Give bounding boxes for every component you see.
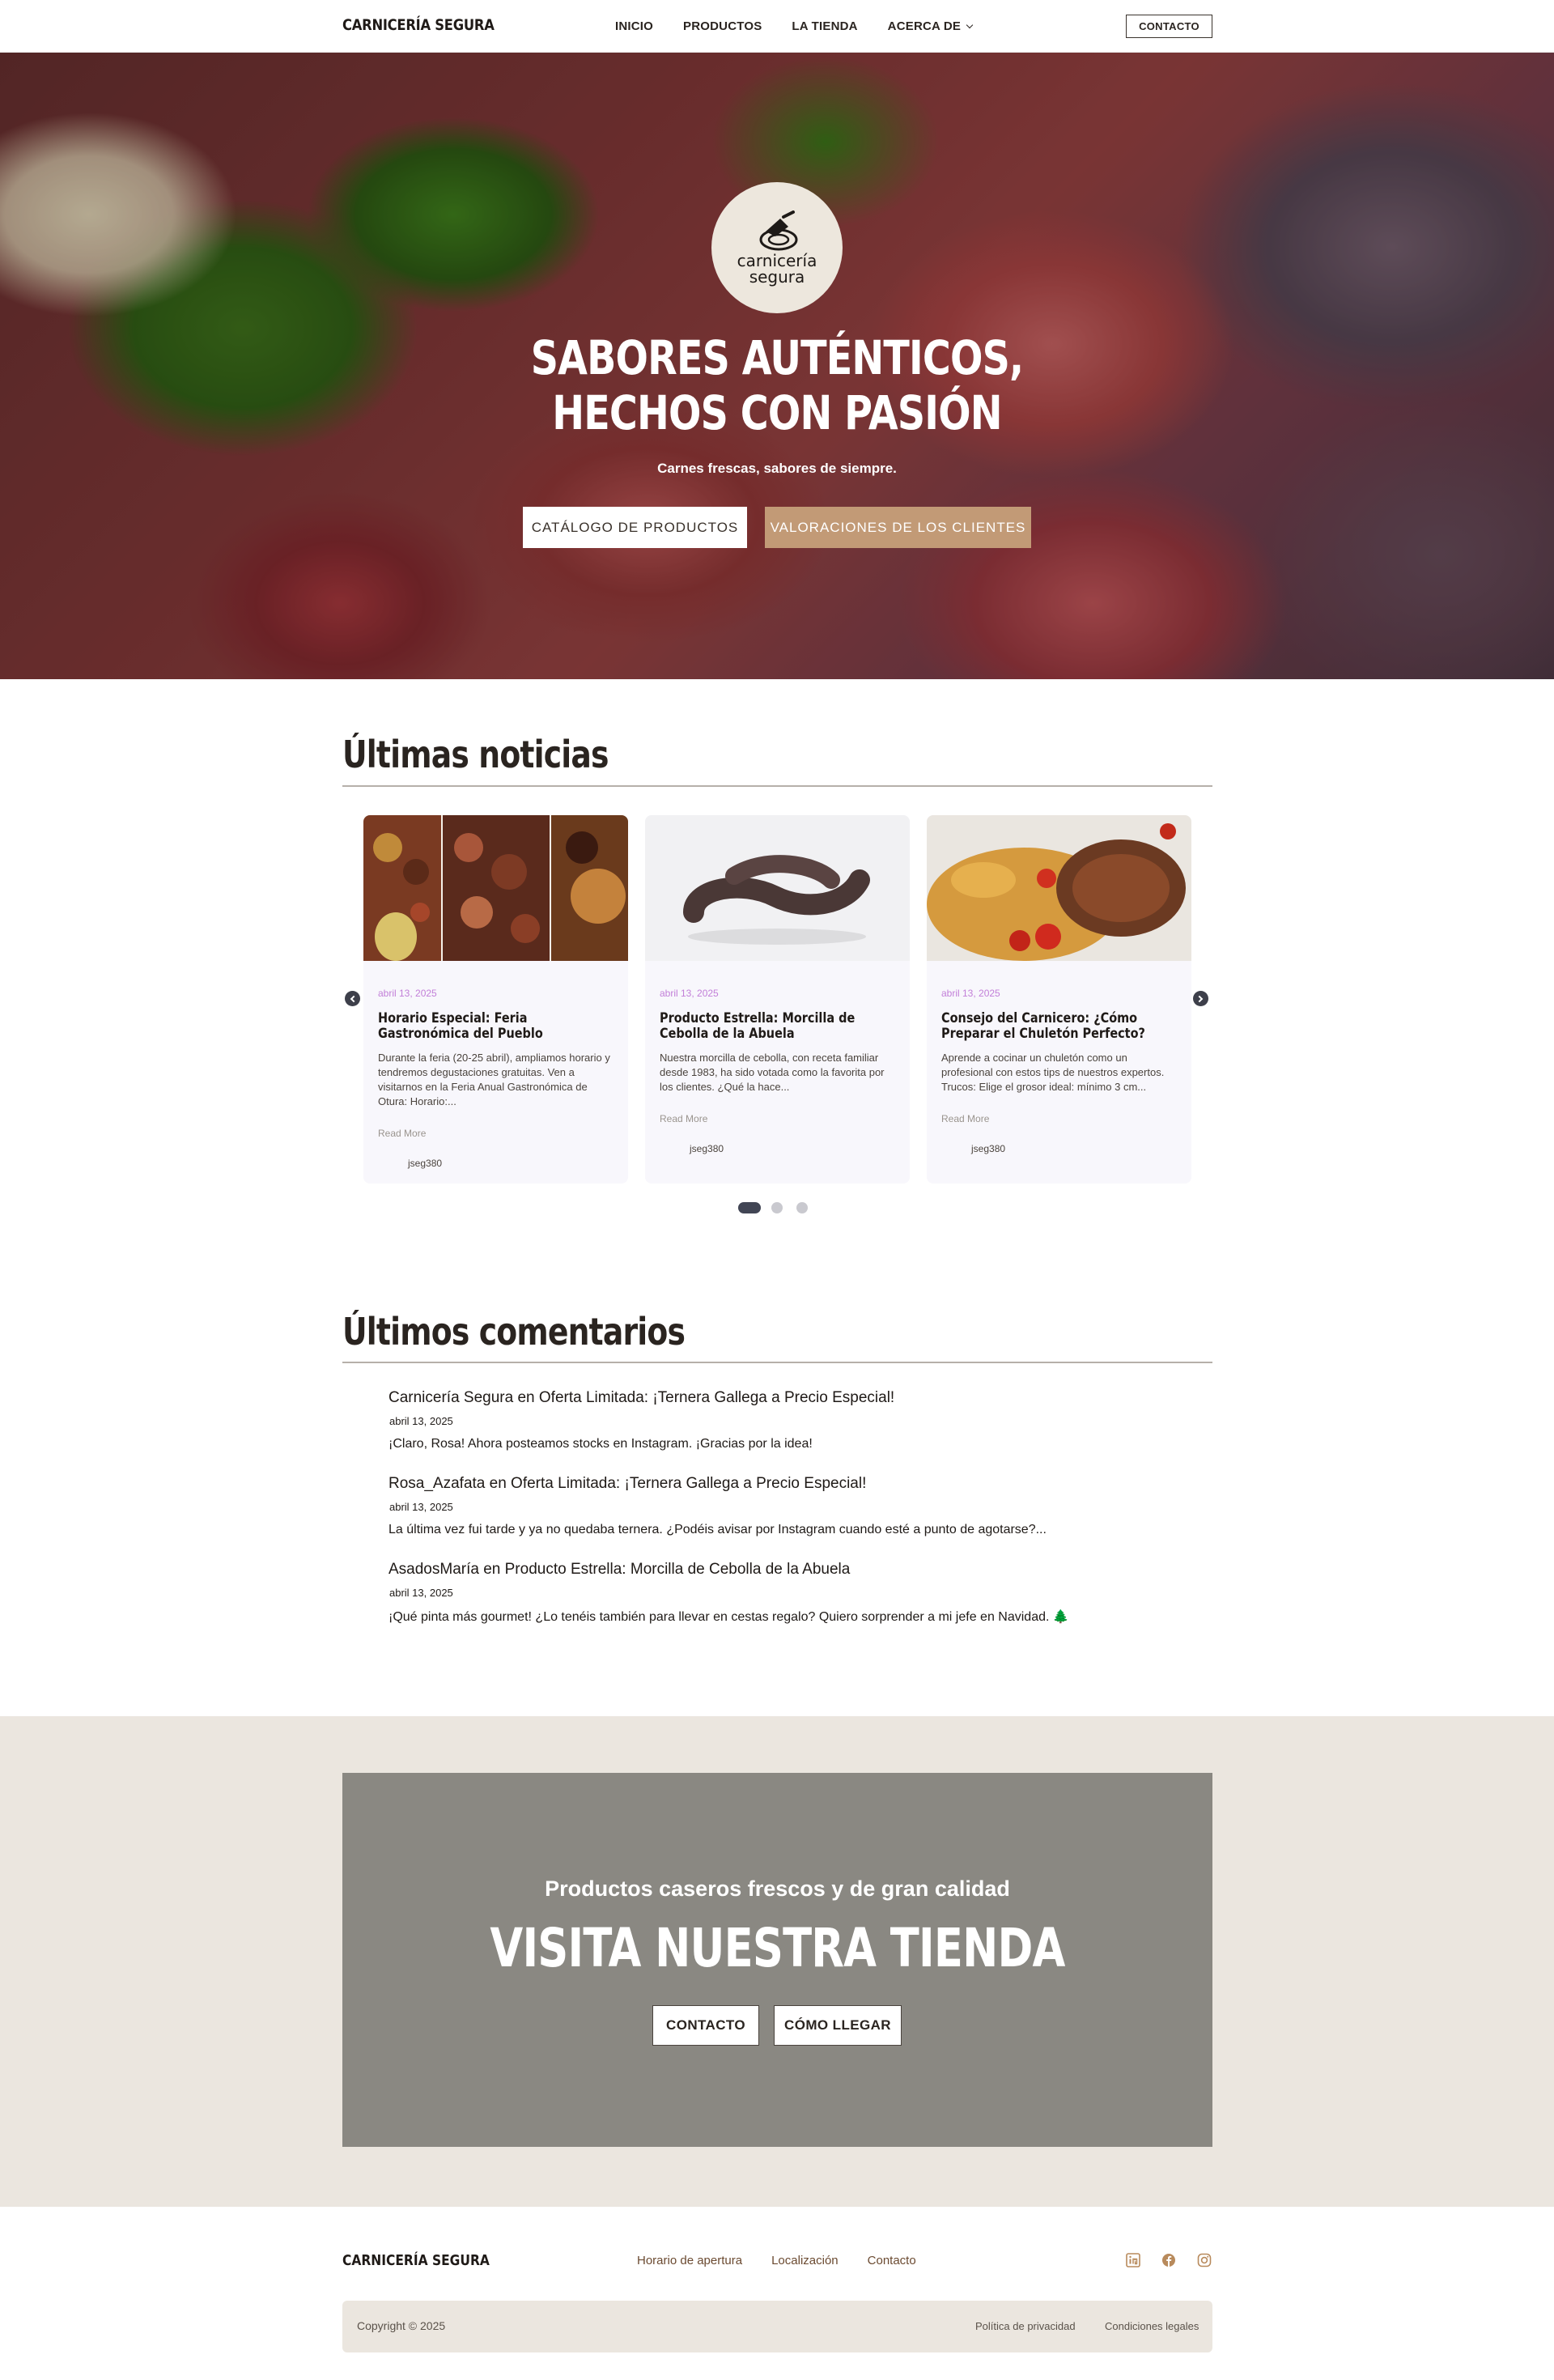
news-author[interactable]: jseg380 — [690, 1143, 724, 1154]
comment-text: La última vez fui tarde y ya no quedaba … — [388, 1523, 1047, 1536]
comment-heading[interactable]: Carnicería Segura en Oferta Limitada: ¡T… — [388, 1389, 894, 1407]
emblem-text-line1: carnicería — [737, 251, 817, 270]
news-image-morcilla — [645, 815, 910, 961]
cta-subtitle: Productos caseros frescos y de gran cali… — [545, 1876, 1010, 1901]
hero-title-line2: HECHOS CON PASIÓN — [552, 385, 1002, 440]
news-section-title: Últimas noticias — [342, 733, 609, 776]
cta-contact-button[interactable]: CONTACTO — [652, 2005, 759, 2046]
read-more-link[interactable]: Read More — [660, 1113, 707, 1124]
footer-link-horario[interactable]: Horario de apertura — [637, 2254, 742, 2267]
comment-text: ¡Qué pinta más gourmet! ¿Lo tenéis tambi… — [388, 1610, 1069, 1624]
news-card[interactable]: abril 13, 2025 Consejo del Carnicero: ¿C… — [927, 815, 1191, 1184]
emblem-text-line2: segura — [749, 267, 805, 287]
news-excerpt: Aprende a cocinar un chuletón como un pr… — [941, 1052, 1165, 1093]
hero-title-line1: SABORES AUTÉNTICOS, — [530, 330, 1024, 385]
comment-heading[interactable]: AsadosMaría en Producto Estrella: Morcil… — [388, 1561, 850, 1579]
chevron-down-icon — [966, 21, 974, 28]
news-excerpt: Nuestra morcilla de cebolla, con receta … — [660, 1052, 885, 1093]
linkedin-icon[interactable] — [1125, 2252, 1141, 2268]
news-date: abril 13, 2025 — [941, 988, 1000, 999]
news-excerpt: Durante la feria (20-25 abril), ampliamo… — [378, 1052, 610, 1107]
news-title[interactable]: Producto Estrella: Morcilla de Cebolla d… — [660, 1011, 894, 1042]
instagram-icon[interactable] — [1196, 2252, 1212, 2268]
news-title[interactable]: Horario Especial: Feria Gastronómica del… — [378, 1011, 612, 1042]
copyright-text: Copyright © 2025 — [357, 2319, 446, 2332]
comment-date: abril 13, 2025 — [389, 1501, 453, 1513]
cleaver-icon — [759, 210, 798, 251]
chevron-right-icon — [1195, 995, 1204, 1002]
nav-acerca-de-label: ACERCA DE — [887, 19, 962, 33]
facebook-icon[interactable] — [1161, 2252, 1177, 2268]
site-header: CARNICERÍA SEGURA INICIO PRODUCTOS LA TI… — [0, 0, 1554, 53]
chevron-left-icon — [350, 995, 358, 1002]
news-image-chuleton — [927, 815, 1191, 961]
news-card[interactable]: abril 13, 2025 Producto Estrella: Morcil… — [645, 815, 910, 1184]
hero-logo-emblem: carnicería segura — [711, 182, 843, 313]
footer-link-contacto[interactable]: Contacto — [868, 2254, 916, 2267]
carousel-next-button[interactable] — [1193, 991, 1208, 1006]
legal-terms-link[interactable]: Condiciones legales — [1105, 2320, 1199, 2332]
comments-title-divider — [342, 1362, 1212, 1363]
nav-la-tienda[interactable]: LA TIENDA — [792, 19, 857, 33]
footer-nav: Horario de apertura Localización Contact… — [637, 2254, 916, 2267]
carousel-prev-button[interactable] — [345, 991, 360, 1006]
main-nav: INICIO PRODUCTOS LA TIENDA ACERCA DE — [615, 19, 974, 33]
comments-section-title: Últimos comentarios — [342, 1310, 686, 1354]
news-author[interactable]: jseg380 — [971, 1143, 1005, 1154]
comment-date: abril 13, 2025 — [389, 1415, 453, 1427]
cta-directions-button[interactable]: CÓMO LLEGAR — [774, 2005, 902, 2046]
carousel-dot[interactable] — [796, 1202, 808, 1213]
news-date: abril 13, 2025 — [660, 988, 719, 999]
news-image-feria — [363, 815, 628, 961]
header-contact-button[interactable]: CONTACTO — [1126, 15, 1212, 38]
hero-title: SABORES AUTÉNTICOS, HECHOS CON PASIÓN — [512, 330, 1042, 440]
nav-inicio[interactable]: INICIO — [615, 19, 653, 33]
read-more-link[interactable]: Read More — [378, 1128, 426, 1139]
news-title-divider — [342, 785, 1212, 787]
read-more-link[interactable]: Read More — [941, 1113, 989, 1124]
reviews-button[interactable]: VALORACIONES DE LOS CLIENTES — [765, 507, 1031, 548]
cta-title: VISITA NUESTRA TIENDA — [490, 1917, 1065, 1979]
news-title[interactable]: Consejo del Carnicero: ¿Cómo Preparar el… — [941, 1011, 1175, 1042]
privacy-policy-link[interactable]: Política de privacidad — [975, 2320, 1076, 2332]
catalog-button[interactable]: CATÁLOGO DE PRODUCTOS — [523, 507, 747, 548]
site-logo[interactable]: CARNICERÍA SEGURA — [342, 16, 495, 34]
news-author[interactable]: jseg380 — [408, 1158, 442, 1169]
footer-logo[interactable]: CARNICERÍA SEGURA — [342, 2252, 490, 2269]
carousel-dot[interactable] — [771, 1202, 783, 1213]
carousel-dot-active[interactable] — [738, 1202, 761, 1213]
hero-subtitle: Carnes frescas, sabores de siempre. — [657, 461, 897, 476]
news-date: abril 13, 2025 — [378, 988, 437, 999]
footer-link-localizacion[interactable]: Localización — [771, 2254, 839, 2267]
nav-acerca-de[interactable]: ACERCA DE — [887, 19, 974, 33]
comment-heading[interactable]: Rosa_Azafata en Oferta Limitada: ¡Terner… — [388, 1475, 866, 1493]
nav-productos[interactable]: PRODUCTOS — [683, 19, 762, 33]
footer-bottom-bar — [342, 2301, 1212, 2352]
comment-date: abril 13, 2025 — [389, 1587, 453, 1599]
social-icons — [1125, 2252, 1212, 2268]
comment-text: ¡Claro, Rosa! Ahora posteamos stocks en … — [388, 1437, 813, 1451]
news-card[interactable]: abril 13, 2025 Horario Especial: Feria G… — [363, 815, 628, 1184]
